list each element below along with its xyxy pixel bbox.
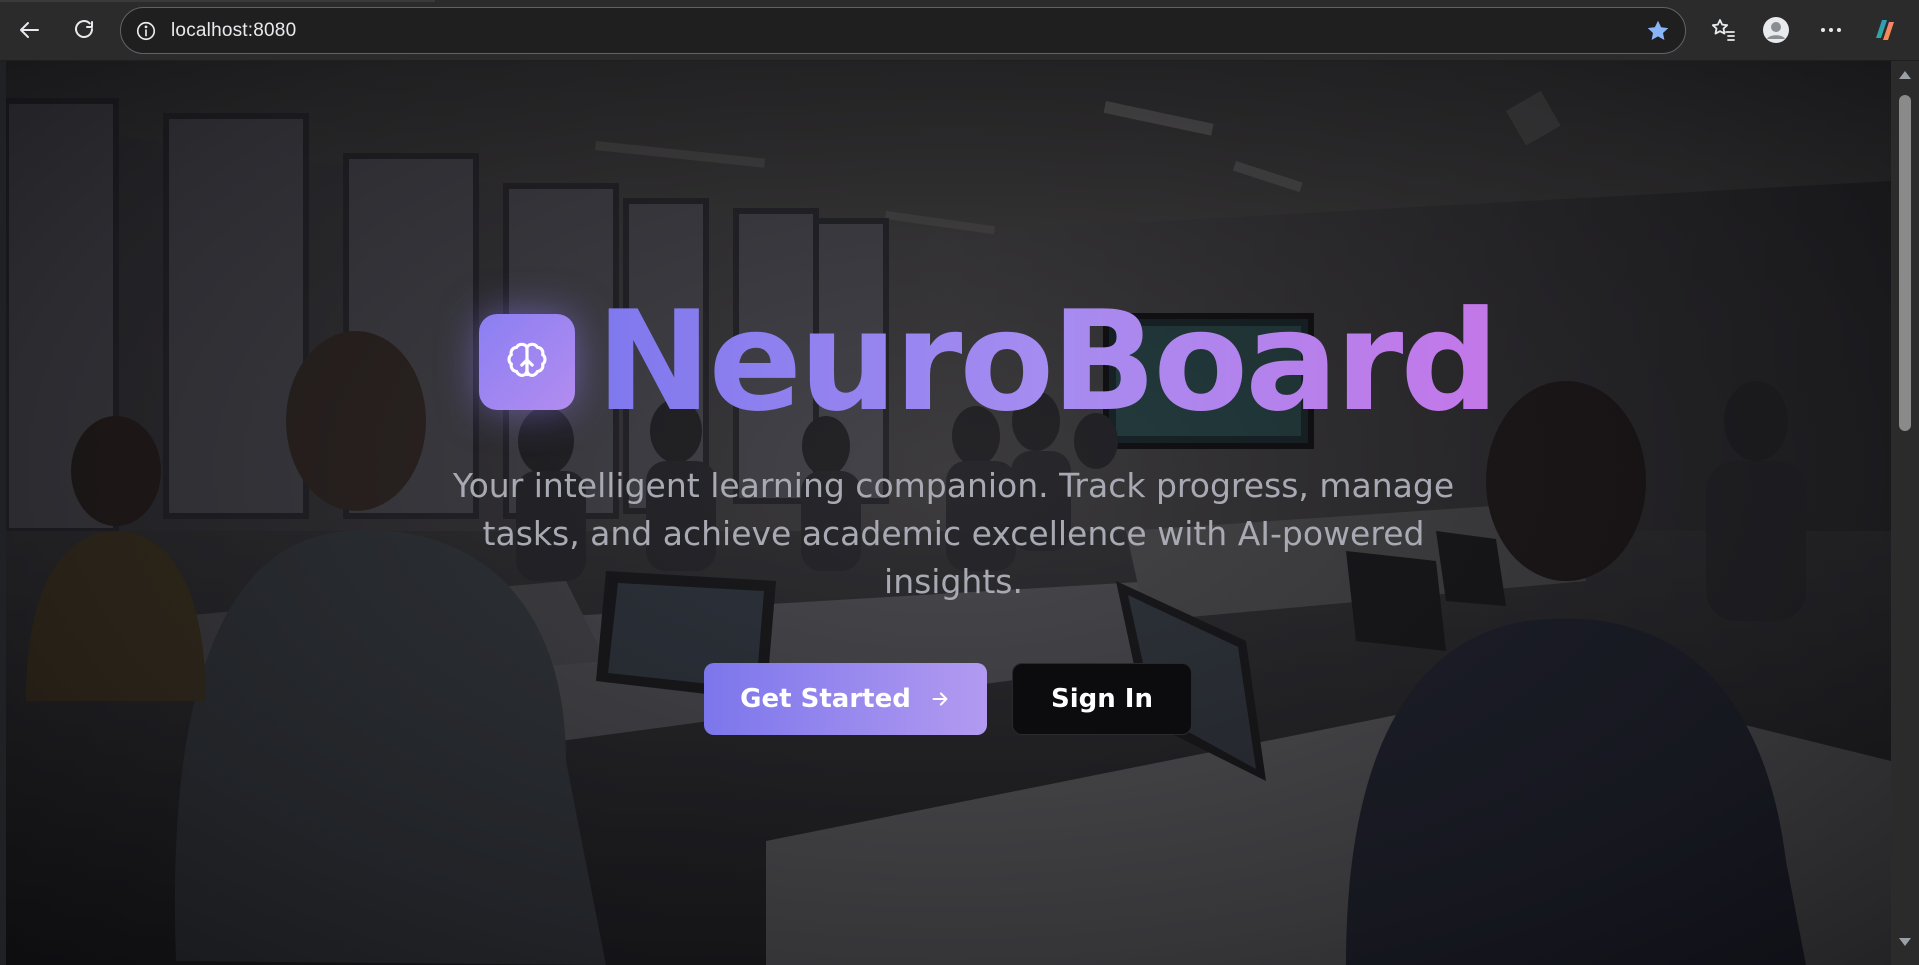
copilot-button[interactable] xyxy=(1868,13,1902,47)
arrow-left-icon xyxy=(20,22,39,38)
profile-button[interactable] xyxy=(1759,13,1793,47)
hero-tagline: Your intelligent learning companion. Tra… xyxy=(452,466,1455,601)
profile-avatar-icon xyxy=(1763,17,1789,43)
get-started-label: Get Started xyxy=(740,684,911,714)
arrow-right-icon xyxy=(932,692,948,706)
reload-icon xyxy=(75,20,93,38)
more-dots-icon xyxy=(1821,28,1841,32)
brain-icon xyxy=(507,342,547,377)
get-started-button[interactable]: Get Started xyxy=(704,663,987,735)
scroll-up-arrow-icon[interactable] xyxy=(1899,71,1911,79)
browser-toolbar: localhost:8080 xyxy=(0,0,1919,61)
url-text[interactable]: localhost:8080 xyxy=(171,20,296,42)
info-icon[interactable] xyxy=(135,20,157,42)
tab-strip-edge xyxy=(0,0,435,2)
copilot-icon xyxy=(1876,20,1894,40)
reload-button[interactable] xyxy=(66,12,102,48)
hero-section: NeuroBoard Your intelligent learning com… xyxy=(6,61,1891,965)
favorites-button[interactable] xyxy=(1706,13,1740,47)
more-menu-button[interactable] xyxy=(1814,13,1848,47)
sign-in-label: Sign In xyxy=(1051,684,1153,714)
page-viewport: NeuroBoard Your intelligent learning com… xyxy=(6,61,1891,965)
back-button[interactable] xyxy=(12,12,48,48)
sign-in-button[interactable]: Sign In xyxy=(1012,663,1192,735)
scroll-thumb[interactable] xyxy=(1899,95,1911,431)
favorites-list-icon xyxy=(1711,19,1735,41)
address-bar[interactable]: localhost:8080 xyxy=(120,7,1686,54)
scroll-down-arrow-icon[interactable] xyxy=(1899,938,1911,946)
page-scrollbar[interactable] xyxy=(1891,61,1919,965)
brand-title: NeuroBoard xyxy=(596,281,1499,442)
star-icon[interactable] xyxy=(1645,18,1671,44)
logo-badge xyxy=(479,314,575,410)
